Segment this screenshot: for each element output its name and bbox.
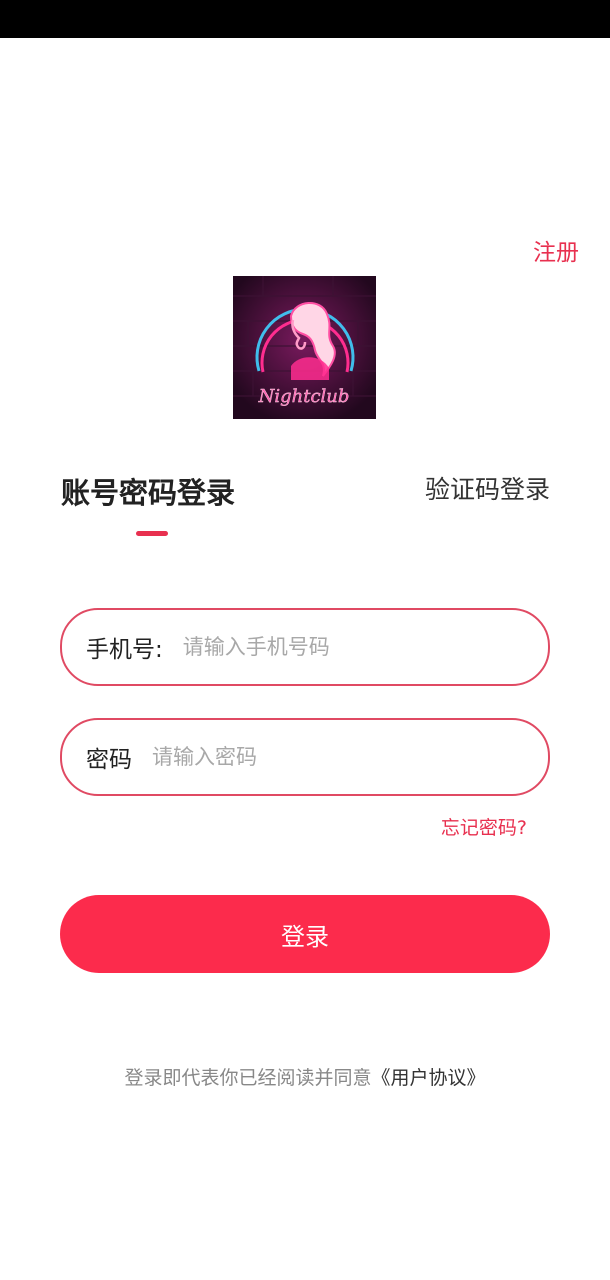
login-button[interactable]: 登录 [60,895,550,973]
app-logo: Nightclub [233,276,376,419]
tab-code-login[interactable]: 验证码登录 [425,470,550,506]
tab-password-login[interactable]: 账号密码登录 [61,470,235,512]
agreement-prefix: 登录即代表你已经阅读并同意 [124,1067,372,1089]
phone-field[interactable]: 手机号: [60,608,550,686]
forgot-password-link[interactable]: 忘记密码? [441,813,527,840]
user-agreement-link[interactable]: 《用户协议》 [372,1067,486,1089]
phone-input[interactable] [182,635,503,659]
password-input[interactable] [152,745,472,769]
password-label: 密码 [86,747,132,773]
agreement-text: 登录即代表你已经阅读并同意《用户协议》 [0,1063,610,1090]
status-bar [0,0,610,38]
phone-label: 手机号: [86,637,163,663]
logo-text: Nightclub [258,386,350,407]
password-field[interactable]: 密码 [60,718,550,796]
neon-woman-logo-icon: Nightclub [233,276,376,419]
active-tab-indicator [136,531,168,536]
register-link[interactable]: 注册 [533,233,579,267]
